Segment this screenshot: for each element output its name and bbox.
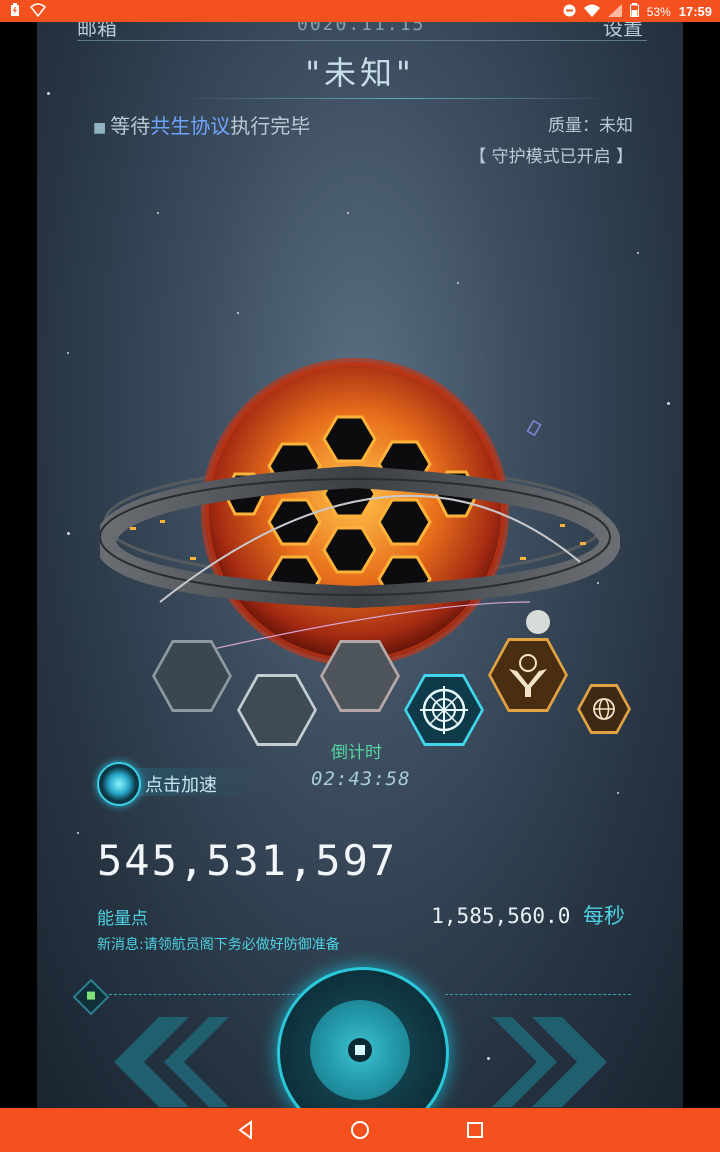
waiting-prefix: 等待: [110, 114, 151, 138]
game-date: 0020.11.15: [297, 22, 426, 35]
page-title: "未知": [305, 54, 415, 92]
dnd-icon: [563, 4, 576, 20]
back-icon[interactable]: [234, 1118, 258, 1142]
forward-chevron-icon[interactable]: [492, 1017, 622, 1107]
quality-label: 质量：未知: [548, 116, 633, 136]
countdown-timer: 02:43:58: [311, 768, 411, 790]
clock: 17:59: [678, 4, 712, 19]
accelerate-button[interactable]: 点击加速: [97, 762, 267, 806]
energy-total: 545,531,597: [97, 836, 398, 885]
accelerate-label: 点击加速: [145, 775, 217, 796]
recents-icon[interactable]: [463, 1118, 487, 1142]
wifi-off-icon: [29, 3, 47, 20]
protocol-status: ■ 等待共生协议执行完毕: [93, 110, 310, 139]
status-bar: 53% 17:59: [0, 0, 720, 22]
energy-rate-value: 1,585,560.0: [431, 904, 571, 928]
globe-icon: [593, 698, 615, 720]
protocol-link[interactable]: 共生协议: [150, 114, 230, 138]
battery-percent: 53%: [646, 4, 671, 19]
control-line-left: [109, 994, 305, 996]
battery-charging-icon: [10, 3, 20, 20]
main-action-button[interactable]: [277, 967, 449, 1108]
signal-icon: [607, 3, 622, 20]
top-bar: 邮箱 0020.11.15 设置: [37, 22, 683, 40]
top-divider: [77, 40, 647, 41]
compass-icon: [420, 686, 468, 734]
home-icon[interactable]: [348, 1118, 372, 1142]
title-divider: [177, 98, 617, 99]
stop-icon: [348, 1038, 372, 1062]
energy-label: 能量点: [97, 909, 148, 929]
energy-rate-unit: 每秒: [583, 904, 625, 928]
control-line-right: [445, 994, 631, 996]
menu-diamond-icon[interactable]: [72, 978, 110, 1016]
accelerate-icon: [97, 762, 141, 806]
game-screen: 邮箱 0020.11.15 设置 "未知" ■ 等待共生协议执行完毕 质量：未知 …: [37, 22, 683, 1108]
bullet-icon: ■: [93, 119, 107, 136]
guard-mode-label: 【 守护模式已开启 】: [469, 147, 633, 167]
wifi-icon: [583, 4, 600, 20]
waiting-suffix: 执行完毕: [230, 114, 311, 138]
settings-button[interactable]: 设置: [603, 22, 643, 41]
eagle-emblem-icon: [509, 654, 547, 697]
energy-rate: 1,585,560.0 每秒: [431, 900, 625, 930]
countdown-label: 倒计时: [331, 743, 382, 763]
main-action-inner: [310, 1000, 410, 1100]
battery-icon: [629, 3, 639, 20]
mail-button[interactable]: 邮箱: [77, 22, 117, 41]
news-ticker: 新消息:请领航员阁下务必做好防御准备: [97, 937, 340, 953]
android-nav-bar: [0, 1108, 720, 1152]
rewind-chevron-icon[interactable]: [99, 1017, 229, 1107]
